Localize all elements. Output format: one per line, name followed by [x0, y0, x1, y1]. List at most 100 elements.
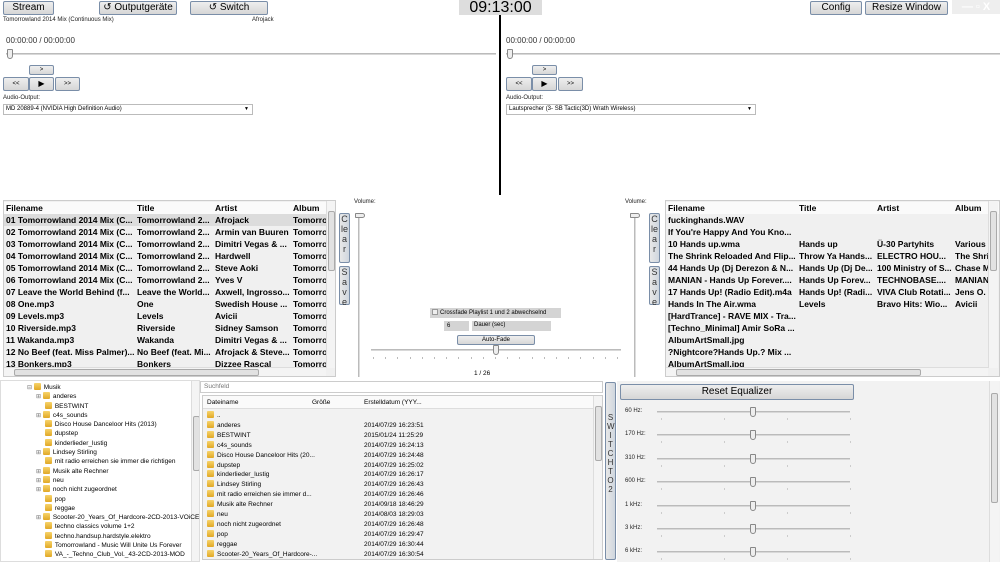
tree-item[interactable]: reggae [36, 503, 75, 513]
column-header-title[interactable]: Title [137, 202, 212, 214]
column-header-size[interactable]: Größe [312, 399, 330, 406]
deck2-up-button[interactable]: > [532, 65, 557, 75]
stream-button[interactable]: Stream [3, 1, 54, 15]
playlist-hscroll-thumb[interactable] [14, 369, 259, 376]
playlist2-save-button[interactable]: Save [649, 266, 660, 307]
eq-band-thumb[interactable] [749, 547, 756, 558]
tree-item[interactable]: Tomorrowland - Music Will Unite Us Forev… [36, 541, 182, 550]
file-row[interactable]: kinderlieder_lustig 2014/07/29 16:26:17 [207, 470, 592, 479]
file-row[interactable]: reggae 2014/07/29 16:30:44 [207, 539, 592, 549]
expand-icon[interactable]: ⊞ [36, 413, 41, 419]
table-row[interactable]: 10 Hands up.wma Hands up Ü-30 Partyhits Var… [666, 238, 988, 250]
column-header-filename[interactable]: Filename [6, 202, 134, 214]
deck2-seek-slider[interactable] [506, 53, 1000, 55]
file-row[interactable]: Disco House Danceloor Hits (20... 2014/07… [207, 450, 592, 460]
table-row[interactable]: 09 Levels.mp3 Levels Avicii Tomorrow [4, 310, 326, 322]
deck2-next-button[interactable]: >> [558, 77, 583, 91]
file-row[interactable]: mit radio erreichen sie immer d... 2014/0… [207, 490, 592, 499]
eq-band-thumb[interactable] [749, 477, 756, 488]
expand-icon[interactable]: ⊞ [36, 478, 41, 484]
table-row[interactable]: If You're Happy And You Kno... [666, 226, 988, 238]
table-row[interactable]: MANIAN - Hands Up Forever.... Hands Up Fo… [666, 274, 988, 286]
file-row[interactable]: dupstep 2014/07/29 16:25:02 [207, 460, 592, 470]
table-row[interactable]: fuckinghands.WAV [666, 214, 988, 226]
output-devices-button[interactable]: ↺ Outputgeräte [99, 1, 177, 15]
volume2-thumb[interactable] [630, 213, 640, 218]
config-button[interactable]: Config [810, 1, 862, 15]
playlist2-clear-button[interactable]: Clear [649, 213, 660, 263]
table-row[interactable]: 11 Wakanda.mp3 Wakanda Dimitri Vegas & ...… [4, 334, 326, 346]
folder-tree[interactable]: ⊟ Musik ⊞ anderes BESTWINT ⊞ c4s_sounds Di… [0, 380, 200, 562]
table-row[interactable]: 06 Tomorrowland 2014 Mix (C... Tomorrowla… [4, 274, 326, 286]
table-row[interactable]: Hands In The Air.wma Levels Bravo Hits: Wi… [666, 298, 988, 310]
tree-item[interactable]: mit radio erreichen sie immer die richti… [36, 457, 175, 466]
column-header-artist[interactable]: Artist [877, 202, 952, 214]
table-row[interactable]: The Shrink Reloaded And Flip... Throw Ya … [666, 250, 988, 262]
deck1-next-button[interactable]: >> [55, 77, 80, 91]
eq-band-thumb[interactable] [749, 453, 756, 464]
playlist-scrollbar[interactable] [988, 201, 998, 368]
tree-item[interactable]: techno classics volume 1+2 [36, 522, 134, 531]
table-row[interactable]: 17 Hands Up! (Radio Edit).m4a Hands Up! (… [666, 286, 988, 298]
crossfade-checkbox-row[interactable]: Crossfade Playlist 1 und 2 abwechselnd [430, 308, 561, 318]
table-row[interactable]: 03 Tomorrowland 2014 Mix (C... Tomorrowla… [4, 238, 326, 250]
deck1-up-button[interactable]: > [29, 65, 54, 75]
reset-equalizer-button[interactable]: Reset Equalizer [620, 384, 854, 400]
volume1-thumb[interactable] [355, 213, 365, 218]
equalizer-scroll-thumb[interactable] [991, 393, 998, 503]
file-row[interactable]: noch nicht zugeordnet 2014/07/29 16:26:48 [207, 519, 592, 529]
expand-icon[interactable]: ⊞ [36, 450, 41, 456]
browser-scrollbar[interactable] [593, 396, 602, 559]
resize-window-button[interactable]: Resize Window [865, 1, 948, 15]
playlist-1[interactable]: Filename Title Artist Album 01 Tomorrowland … [3, 200, 336, 377]
switch-to-2-button[interactable]: SWITCH TO 2 [605, 382, 616, 560]
table-row[interactable]: AlbumArtSmall.jpg [666, 334, 988, 346]
playlist-scrollbar[interactable] [326, 201, 335, 368]
column-header-artist[interactable]: Artist [215, 202, 290, 214]
table-row[interactable]: 08 One.mp3 One Swedish House ... Tomorrow [4, 298, 326, 310]
crossfader-thumb[interactable] [493, 345, 499, 355]
file-row[interactable]: c4s_sounds 2014/07/29 16:24:13 [207, 440, 592, 450]
eq-band-thumb[interactable] [749, 407, 756, 417]
tree-item[interactable]: dupstep [36, 429, 78, 438]
playlist-horizontal-scrollbar[interactable] [666, 367, 988, 376]
playlist-scroll-thumb[interactable] [328, 211, 335, 271]
table-row[interactable]: [HardTrance] - RAVE MIX - Tra... [666, 310, 988, 322]
file-row[interactable]: Lindsey Stirling 2014/07/29 16:26:43 [207, 480, 592, 489]
playlist1-clear-button[interactable]: Clear [339, 213, 350, 263]
file-row[interactable]: .. [207, 411, 592, 420]
table-row[interactable]: 12 No Beef (feat. Miss Palmer)... No Beef… [4, 346, 326, 358]
tree-item[interactable]: techno.handsup.hardstyle.elektro [36, 531, 151, 541]
volume1-slider[interactable] [358, 214, 360, 377]
crossfade-checkbox[interactable] [432, 309, 438, 315]
tree-item[interactable]: VA_-_Techno_Club_Vol._43-2CD-2013-MOD [36, 550, 185, 559]
tree-scroll-thumb[interactable] [193, 416, 199, 471]
table-row[interactable]: 10 Riverside.mp3 Riverside Sidney Samson To… [4, 322, 326, 334]
table-row[interactable]: 02 Tomorrowland 2014 Mix (C... Tomorrowla… [4, 226, 326, 238]
switch-button[interactable]: ↺ Switch [190, 1, 268, 15]
expand-icon[interactable]: ⊞ [36, 487, 41, 493]
eq-band-thumb[interactable] [749, 500, 756, 511]
tree-scrollbar[interactable] [191, 381, 199, 561]
tree-item[interactable]: pop [36, 494, 66, 504]
tree-item[interactable]: BESTWINT [36, 401, 88, 411]
deck1-prev-button[interactable]: << [3, 77, 29, 91]
deck1-seek-slider[interactable] [6, 53, 496, 55]
column-header-title[interactable]: Title [799, 202, 874, 214]
equalizer-scrollbar[interactable] [989, 381, 999, 562]
table-row[interactable]: 04 Tomorrowland 2014 Mix (C... Tomorrowla… [4, 250, 326, 262]
file-row[interactable]: Musik alte Rechner 2014/09/18 18:46:29 [207, 500, 592, 509]
playlist-hscroll-thumb[interactable] [676, 369, 921, 376]
eq-band-thumb[interactable] [749, 430, 756, 441]
deck2-prev-button[interactable]: << [506, 77, 532, 91]
column-header-filename[interactable]: Dateiname [207, 399, 238, 406]
playlist1-save-button[interactable]: Save [339, 266, 350, 307]
deck1-audio-output-select[interactable]: MD 20889-4 (NVIDIA High Definition Audio… [3, 104, 253, 115]
collapse-icon[interactable]: ⊟ [27, 385, 34, 391]
deck1-play-button[interactable]: ▶ [29, 77, 54, 91]
file-row[interactable]: pop 2014/07/29 16:29:47 [207, 529, 592, 539]
file-row[interactable]: BESTWINT 2015/01/24 11:25:29 [207, 430, 592, 440]
file-row[interactable]: Scooter-20_Years_Of_Hardcore-... 2014/07/… [207, 549, 592, 559]
volume2-slider[interactable] [634, 214, 636, 377]
tree-item[interactable]: kinderlieder_lustig [36, 438, 107, 448]
